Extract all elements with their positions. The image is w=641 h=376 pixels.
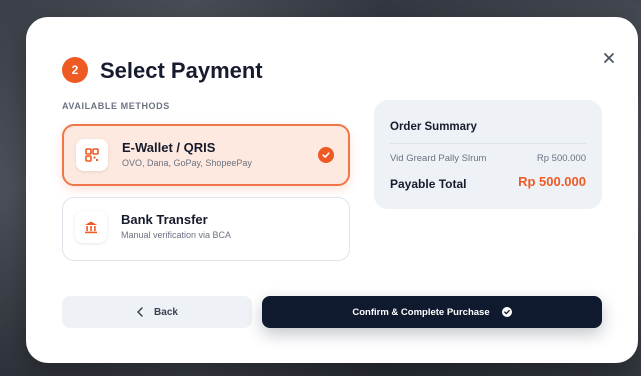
summary-title: Order Summary xyxy=(390,121,477,133)
summary-total-row: Payable Total Rp 500.000 xyxy=(390,174,586,193)
modal-title: Select Payment xyxy=(100,58,263,83)
payment-method-ewallet[interactable]: E-Wallet / QRIS OVO, Dana, GoPay, Shopee… xyxy=(62,124,350,186)
total-label: Payable Total xyxy=(390,177,467,191)
check-icon xyxy=(322,152,330,158)
item-price: Rp 500.000 xyxy=(536,153,586,164)
method-description: Manual verification via BCA xyxy=(121,230,232,240)
summary-line-item: Vid Greard Pally Slrum Rp 500.000 xyxy=(390,153,586,164)
check-circle-icon xyxy=(501,307,512,317)
chevron-left-icon xyxy=(137,307,143,317)
method-name: E-Wallet / QRIS xyxy=(122,140,216,155)
order-summary-card: Order Summary Vid Greard Pally Slrum Rp … xyxy=(374,100,602,209)
method-description: OVO, Dana, GoPay, ShopeePay xyxy=(122,158,252,168)
summary-divider xyxy=(390,143,586,144)
method-name: Bank Transfer xyxy=(121,212,208,227)
step-badge: 2 xyxy=(62,57,88,83)
confirm-button-label: Confirm & Complete Purchase xyxy=(352,306,490,318)
payment-modal: 2 Select Payment AVAILABLE METHODS E-Wal… xyxy=(26,17,638,363)
back-button-label: Back xyxy=(154,306,178,318)
qr-code-icon xyxy=(85,148,99,162)
method-icon-box xyxy=(75,211,107,243)
bank-icon xyxy=(85,221,97,234)
confirm-purchase-button[interactable]: Confirm & Complete Purchase xyxy=(262,296,602,328)
close-button[interactable] xyxy=(602,51,616,65)
item-name: Vid Greard Pally Slrum xyxy=(390,153,487,164)
total-amount: Rp 500.000 xyxy=(518,174,586,189)
back-button[interactable]: Back xyxy=(62,296,252,328)
payment-method-bank-transfer[interactable]: Bank Transfer Manual verification via BC… xyxy=(62,197,350,261)
selected-check xyxy=(318,147,334,163)
close-icon xyxy=(604,53,614,63)
section-label: AVAILABLE METHODS xyxy=(62,101,170,111)
method-icon-box xyxy=(76,139,108,171)
